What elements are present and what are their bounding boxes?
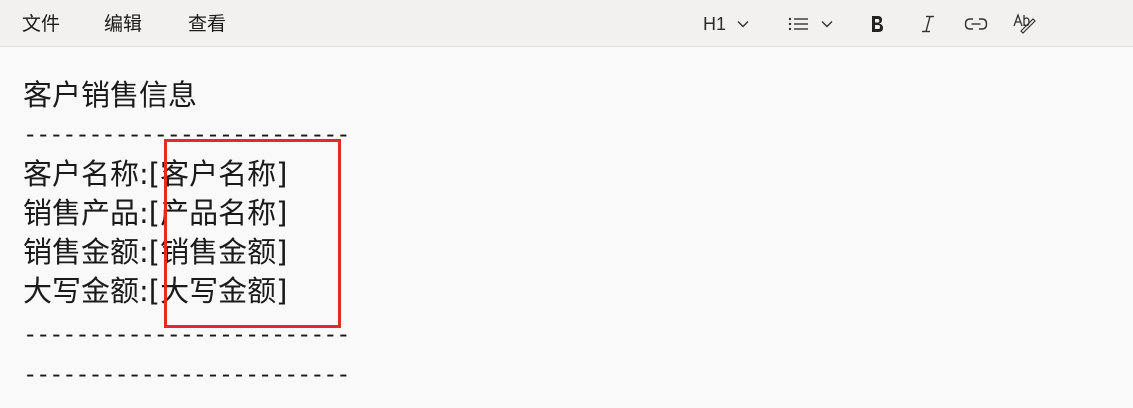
menu-bar: 文件 编辑 查看 H1	[0, 0, 1133, 47]
bold-button[interactable]	[869, 9, 885, 39]
row-label: 销售金额:	[23, 235, 149, 269]
menu-edit[interactable]: 编辑	[104, 11, 142, 37]
heading-level-label: H1	[703, 13, 727, 34]
separator-bottom-2: -------------------------	[23, 360, 351, 388]
row-label: 客户名称:	[23, 157, 149, 191]
italic-icon	[920, 14, 936, 34]
spellcheck-button[interactable]	[1012, 9, 1036, 39]
placeholder-highlight-box	[164, 139, 341, 328]
heading-dropdown[interactable]: H1	[703, 9, 750, 39]
list-icon	[788, 16, 810, 32]
row-label: 销售产品:	[23, 196, 149, 230]
bold-icon	[869, 14, 885, 34]
menu-view[interactable]: 查看	[188, 11, 226, 37]
menu-file[interactable]: 文件	[22, 11, 60, 37]
row-label: 大写金额:	[23, 274, 149, 308]
chevron-down-icon	[820, 17, 834, 31]
spellcheck-icon	[1012, 12, 1036, 36]
separator-bottom: -------------------------	[23, 320, 351, 348]
link-button[interactable]	[964, 9, 988, 39]
italic-button[interactable]	[920, 9, 936, 39]
document-title: 客户销售信息	[23, 78, 198, 112]
chevron-down-icon	[736, 17, 750, 31]
list-dropdown[interactable]	[788, 9, 834, 39]
link-icon	[964, 17, 988, 31]
